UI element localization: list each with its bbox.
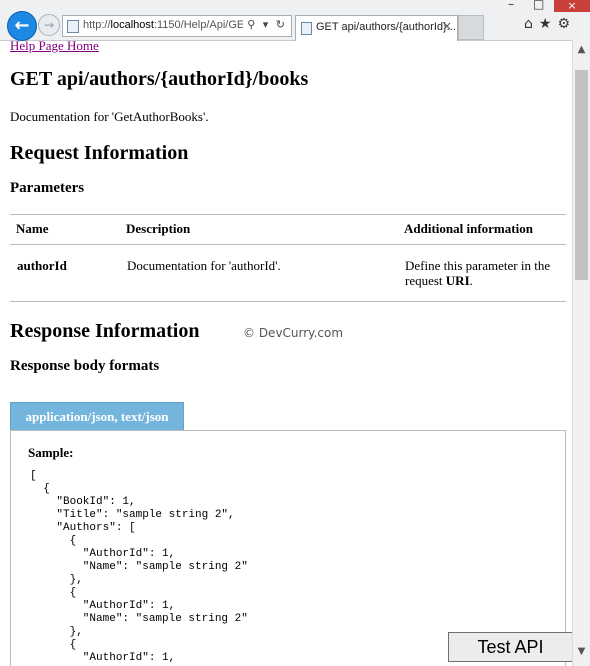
sample-label: Sample: (28, 445, 74, 460)
param-description: Documentation for 'authorId'. (127, 258, 281, 273)
browser-toolbar: ← → http://localhost:1150/Help/Api/GET- … (0, 0, 590, 41)
address-controls[interactable]: ⚲ ▾ ↻ (247, 18, 287, 31)
info-uri: URI (445, 273, 470, 288)
col-header-description: Description (126, 221, 191, 236)
url-host: localhost (110, 19, 154, 31)
table-header-border (10, 244, 566, 245)
url-path: :1150/Help/Api/GET- (153, 19, 243, 31)
tab-close-icon[interactable]: × (442, 19, 452, 33)
url-scheme: http:// (83, 19, 111, 31)
close-window-button[interactable]: × (554, 0, 590, 12)
back-button[interactable]: ← (7, 11, 37, 41)
response-body-formats-heading: Response body formats (10, 358, 160, 374)
help-page-home-link[interactable]: Help Page Home (10, 40, 99, 54)
table-bottom-border (10, 301, 566, 302)
param-additional-info-line1: Define this parameter in the (405, 258, 551, 273)
sample-json: [ { "BookId": 1, "Title": "sample string… (30, 470, 248, 664)
toolbar-icons[interactable]: ⌂★⚙ (524, 16, 576, 32)
scroll-up-icon[interactable]: ▲ (573, 44, 590, 60)
page-icon (67, 20, 79, 33)
parameters-heading: Parameters (10, 180, 85, 196)
scroll-down-icon[interactable]: ▼ (573, 646, 590, 662)
new-tab-button[interactable] (458, 15, 484, 40)
col-header-name: Name (16, 221, 49, 236)
documentation-text: Documentation for 'GetAuthorBooks'. (10, 109, 209, 124)
address-bar[interactable]: http://localhost:1150/Help/Api/GET- ⚲ ▾ … (62, 15, 292, 37)
tab-title: GET api/authors/{authorId}... (316, 21, 456, 33)
forward-button[interactable]: → (38, 14, 60, 36)
tab-page-icon (301, 22, 312, 35)
minimize-icon[interactable]: – (508, 0, 514, 11)
page-content: Help Page Home GET api/authors/{authorId… (0, 40, 572, 666)
maximize-icon[interactable]: □ (533, 0, 544, 11)
request-information-heading: Request Information (10, 142, 189, 164)
param-name: authorId (17, 258, 67, 273)
browser-tab[interactable]: GET api/authors/{authorId}... × (295, 15, 458, 41)
url-text[interactable]: http://localhost:1150/Help/Api/GET- (83, 19, 243, 31)
info-text: request (405, 273, 446, 288)
table-top-border (10, 214, 566, 215)
forward-arrow-icon: → (43, 18, 55, 32)
format-tab-json[interactable]: application/json, text/json (10, 402, 184, 431)
page-title: GET api/authors/{authorId}/books (10, 68, 309, 90)
response-information-heading: Response Information (10, 320, 200, 342)
info-period: . (469, 273, 473, 288)
vertical-scrollbar[interactable]: ▲ ▼ (572, 40, 590, 666)
watermark: © DevCurry.com (243, 326, 344, 340)
param-additional-info-line2: request URI. (405, 273, 473, 289)
scrollbar-thumb[interactable] (575, 70, 588, 280)
test-api-button[interactable]: Test API (448, 632, 573, 662)
back-arrow-icon: ← (14, 15, 30, 36)
col-header-additional-info: Additional information (404, 221, 533, 236)
